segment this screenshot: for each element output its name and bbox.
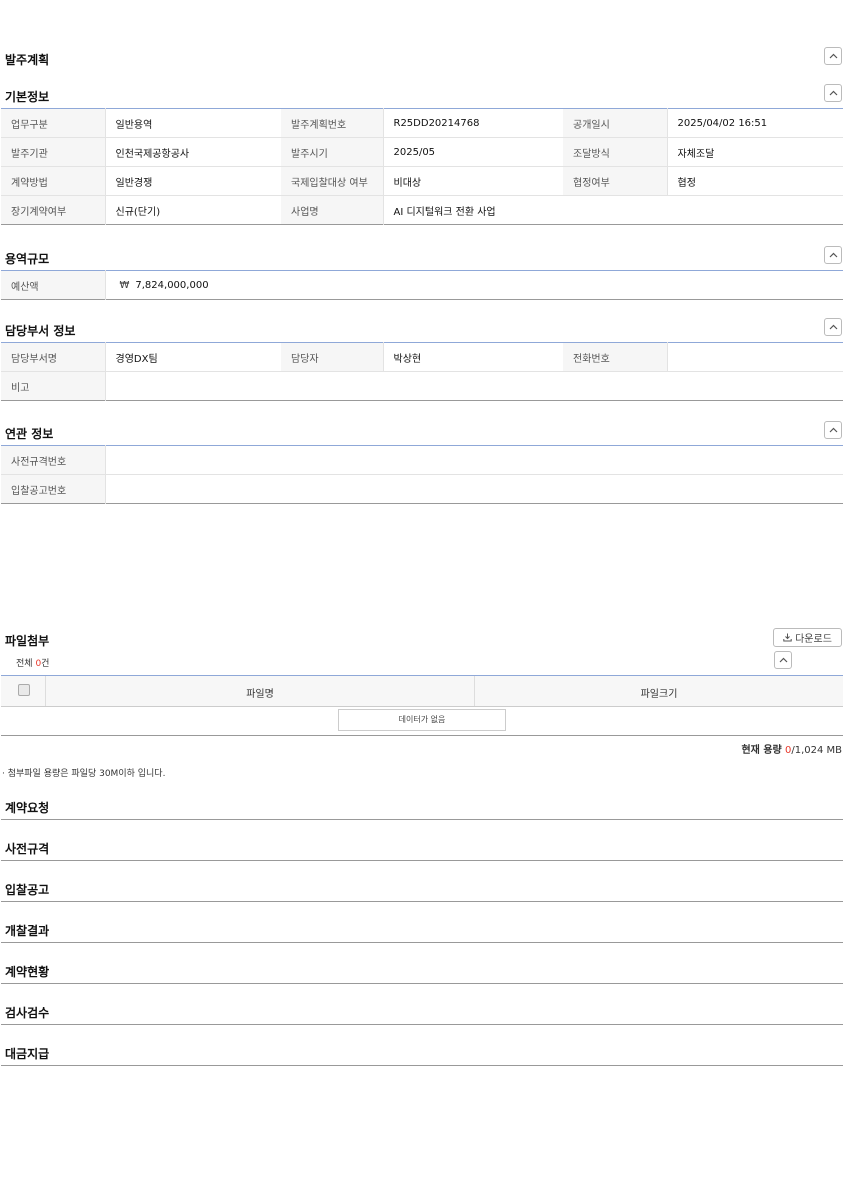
note-label: 비고 — [1, 371, 106, 401]
usage-max: 1,024 MB — [794, 745, 842, 756]
storage-usage: 현재 용량 0/1,024 MB — [741, 741, 842, 756]
file-table-header: 파일명 파일크기 — [1, 675, 843, 707]
chevron-up-icon — [829, 90, 838, 96]
note-value — [105, 372, 843, 401]
won-symbol: ₩ — [119, 279, 130, 291]
agreement-value: 협정 — [667, 166, 843, 196]
section-divider — [1, 1065, 843, 1066]
dept-name-value: 경영DX팀 — [105, 342, 281, 372]
table-row: 계약방법 일반경쟁 국제입찰대상 여부 비대상 협정여부 협정 — [1, 166, 843, 196]
agreement-label: 협정여부 — [563, 166, 668, 196]
manager-value: 박상현 — [383, 342, 563, 372]
chevron-up-icon — [829, 53, 838, 59]
project-name-value: AI 디지털워크 전환 사업 — [393, 206, 496, 218]
attachments-title: 파일첨부 — [5, 634, 50, 648]
section-divider — [1, 901, 843, 902]
table-row: 담당부서명 경영DX팀 담당자 박상현 전화번호 — [1, 342, 843, 372]
dept-info-table: 담당부서명 경영DX팀 담당자 박상현 전화번호 비고 — [1, 342, 843, 401]
table-row: 사전규격번호 — [1, 445, 843, 475]
section-bid-result[interactable]: 개찰결과 — [5, 922, 49, 939]
phone-label: 전화번호 — [563, 342, 668, 372]
long-term-value: 신규(단기) — [115, 206, 161, 218]
dept-name-label: 담당부서명 — [1, 342, 106, 372]
dept-info-title: 담당부서 정보 — [5, 324, 76, 338]
section-divider — [1, 942, 843, 943]
column-filesize: 파일크기 — [640, 689, 678, 700]
procurement-method-value: 자체조달 — [667, 137, 843, 167]
usage-prefix: 현재 용량 — [741, 745, 782, 756]
basic-info-title: 기본정보 — [5, 90, 50, 104]
bid-notice-number-value — [105, 475, 843, 504]
column-filename: 파일명 — [246, 689, 274, 700]
bid-notice-number-label: 입찰공고번호 — [1, 474, 106, 504]
attachments-collapse-button[interactable] — [774, 651, 792, 669]
related-info-title: 연관 정보 — [5, 427, 54, 441]
section-divider — [1, 983, 843, 984]
file-table-bottom-line — [1, 735, 843, 736]
budget-value: ₩7,824,000,000 — [105, 271, 843, 300]
contract-method-value: 일반경쟁 — [105, 166, 281, 196]
table-row: 비고 — [1, 371, 843, 401]
service-scale-collapse-button[interactable] — [824, 246, 842, 264]
phone-value — [667, 342, 843, 372]
empty-data-message: 데이터가 없음 — [338, 709, 506, 731]
order-period-label: 발주시기 — [281, 137, 384, 167]
publish-date-label: 공개일시 — [563, 108, 668, 138]
related-info-collapse-button[interactable] — [824, 421, 842, 439]
ordering-agency-label: 발주기관 — [1, 137, 106, 167]
plan-number-value: R25DD20214768 — [383, 108, 563, 138]
work-type-value: 일반용역 — [105, 108, 281, 138]
service-scale-table: 예산액 ₩7,824,000,000 — [1, 270, 843, 300]
procurement-method-label: 조달방식 — [563, 137, 668, 167]
section-contract-status[interactable]: 계약현황 — [5, 963, 49, 980]
total-suffix: 건 — [41, 659, 50, 669]
table-row: 발주기관 인천국제공항공사 발주시기 2025/05 조달방식 자체조달 — [1, 137, 843, 167]
chevron-up-icon — [829, 252, 838, 258]
section-bid-notice[interactable]: 입찰공고 — [5, 881, 49, 898]
budget-amount: 7,824,000,000 — [135, 279, 209, 291]
total-prefix: 전체 — [16, 659, 33, 669]
chevron-up-icon — [779, 657, 788, 663]
contract-method-label: 계약방법 — [1, 166, 106, 196]
table-row: 예산액 ₩7,824,000,000 — [1, 270, 843, 300]
basic-info-table: 업무구분 일반용역 발주계획번호 R25DD20214768 공개일시 2025… — [1, 108, 843, 225]
publish-date-value: 2025/04/02 16:51 — [667, 108, 843, 138]
table-row: 입찰공고번호 — [1, 474, 843, 504]
section-divider — [1, 819, 843, 820]
table-row: 업무구분 일반용역 발주계획번호 R25DD20214768 공개일시 2025… — [1, 108, 843, 138]
pre-spec-number-label: 사전규격번호 — [1, 445, 106, 475]
work-type-label: 업무구분 — [1, 108, 106, 138]
budget-label: 예산액 — [1, 270, 106, 300]
intl-bid-label: 국제입찰대상 여부 — [281, 166, 384, 196]
pre-spec-number-value — [105, 445, 843, 475]
table-row: 장기계약여부 신규(단기) 사업명 AI 디지털워크 전환 사업 — [1, 195, 843, 225]
project-name-label: 사업명 — [281, 195, 384, 225]
section-payment[interactable]: 대금지급 — [5, 1045, 49, 1062]
ordering-agency-value: 인천국제공항공사 — [105, 137, 281, 167]
download-label: 다운로드 — [795, 634, 832, 645]
order-plan-collapse-button[interactable] — [824, 47, 842, 65]
attachment-notice: · 첨부파일 용량은 파일당 30M이하 입니다. — [2, 769, 166, 779]
manager-label: 담당자 — [281, 342, 384, 372]
chevron-up-icon — [829, 427, 838, 433]
intl-bid-value: 비대상 — [383, 166, 563, 196]
section-divider — [1, 1024, 843, 1025]
long-term-label: 장기계약여부 — [1, 195, 106, 225]
section-pre-spec[interactable]: 사전규격 — [5, 840, 49, 857]
plan-number-label: 발주계획번호 — [281, 108, 384, 138]
related-info-table: 사전규격번호 입찰공고번호 — [1, 445, 843, 504]
service-scale-title: 용역규모 — [5, 252, 50, 266]
download-icon — [783, 633, 792, 642]
section-divider — [1, 860, 843, 861]
dept-info-collapse-button[interactable] — [824, 318, 842, 336]
section-contract-request[interactable]: 계약요청 — [5, 799, 49, 816]
section-inspection[interactable]: 검사검수 — [5, 1004, 49, 1021]
order-period-value: 2025/05 — [383, 137, 563, 167]
attachments-total: 전체 0건 — [16, 656, 49, 669]
select-all-checkbox[interactable] — [18, 684, 30, 696]
order-plan-title: 발주계획 — [5, 53, 50, 67]
chevron-up-icon — [829, 324, 838, 330]
download-button[interactable]: 다운로드 — [773, 628, 842, 647]
basic-info-collapse-button[interactable] — [824, 84, 842, 102]
